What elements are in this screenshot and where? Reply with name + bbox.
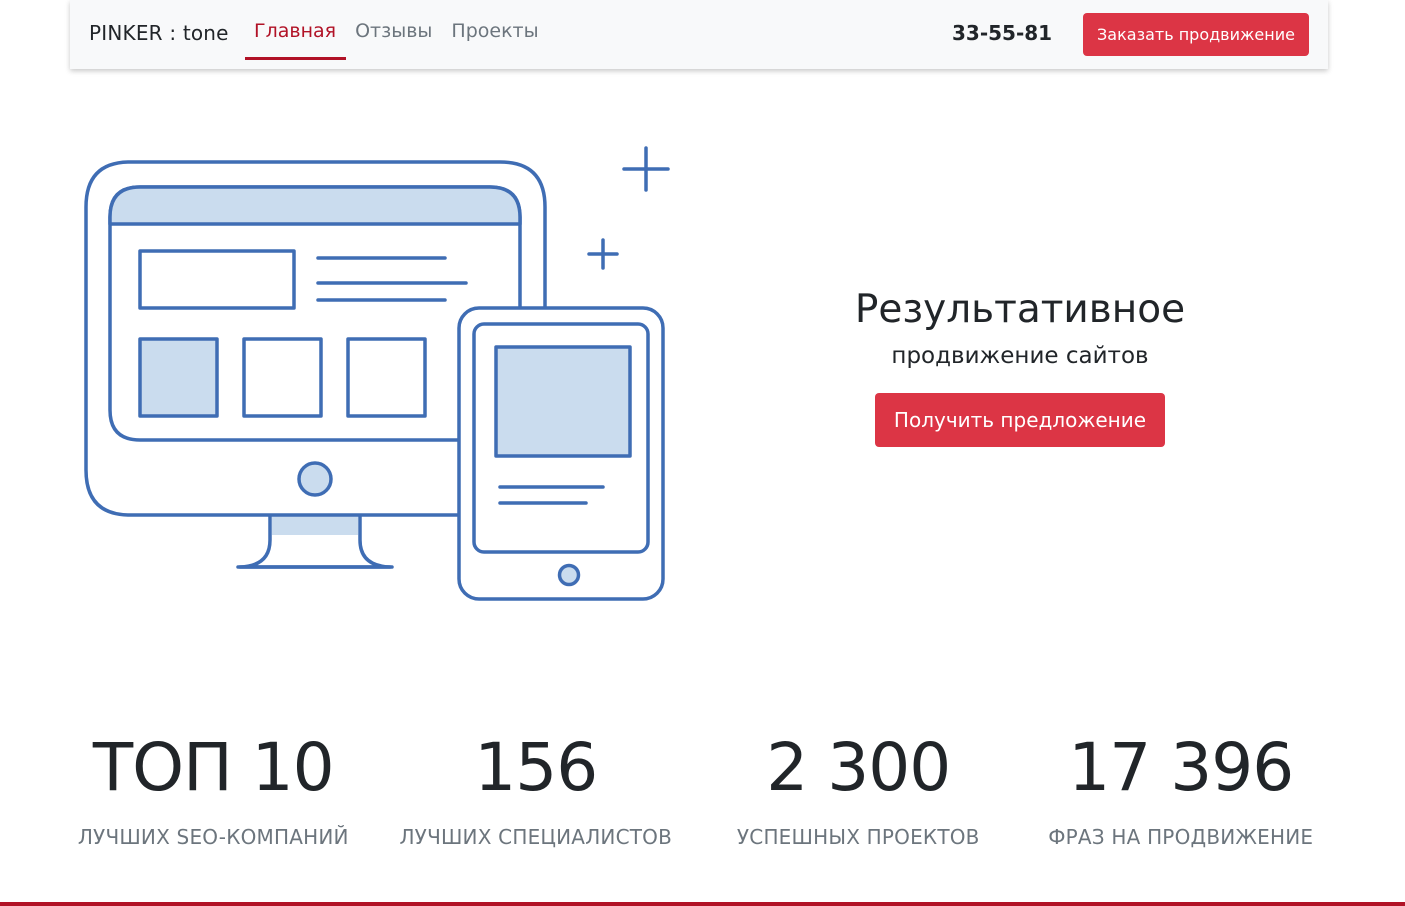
- navbar: PINKER : tone Главная Отзывы Проекты 33-…: [70, 0, 1328, 69]
- nav-link-reviews[interactable]: Отзывы: [346, 0, 442, 69]
- stat-value: ТОП 10: [92, 729, 335, 806]
- nav-link-projects[interactable]: Проекты: [442, 0, 548, 69]
- stat-item: ТОП 10 ЛУЧШИХ SEO-КОМПАНИЙ: [52, 722, 375, 849]
- get-offer-button[interactable]: Получить предложение: [875, 393, 1165, 447]
- phone-number[interactable]: 33-55-81: [952, 21, 1052, 45]
- stat-item: 156 ЛУЧШИХ СПЕЦИАЛИСТОВ: [375, 722, 698, 849]
- order-promotion-button[interactable]: Заказать продвижение: [1083, 13, 1309, 56]
- stat-value: 156: [474, 729, 598, 806]
- bottom-divider: [0, 902, 1405, 906]
- stat-item: 17 396 ФРАЗ НА ПРОДВИЖЕНИЕ: [1020, 722, 1343, 849]
- hero-text: Результативное продвижение сайтов Получи…: [760, 282, 1280, 447]
- hero-subtitle: продвижение сайтов: [891, 343, 1149, 369]
- hero-title: Результативное: [854, 287, 1186, 332]
- stat-value: 2 300: [766, 729, 951, 806]
- nav-link-home[interactable]: Главная: [245, 0, 347, 69]
- stat-item: 2 300 УСПЕШНЫХ ПРОЕКТОВ: [697, 722, 1020, 849]
- stat-label: ЛУЧШИХ SEO-КОМПАНИЙ: [77, 825, 349, 849]
- stat-value: 17 396: [1068, 729, 1294, 806]
- stat-label: ФРАЗ НА ПРОДВИЖЕНИЕ: [1048, 825, 1314, 849]
- stat-label: ЛУЧШИХ СПЕЦИАЛИСТОВ: [399, 825, 673, 849]
- devices-illustration-icon: [84, 146, 670, 601]
- stats-section: ТОП 10 ЛУЧШИХ SEO-КОМПАНИЙ 156 ЛУЧШИХ СП…: [52, 722, 1342, 849]
- brand-logo[interactable]: PINKER : tone: [89, 21, 229, 45]
- page: PINKER : tone Главная Отзывы Проекты 33-…: [0, 0, 1405, 906]
- stat-label: УСПЕШНЫХ ПРОЕКТОВ: [736, 825, 980, 849]
- nav-links: Главная Отзывы Проекты: [245, 0, 549, 69]
